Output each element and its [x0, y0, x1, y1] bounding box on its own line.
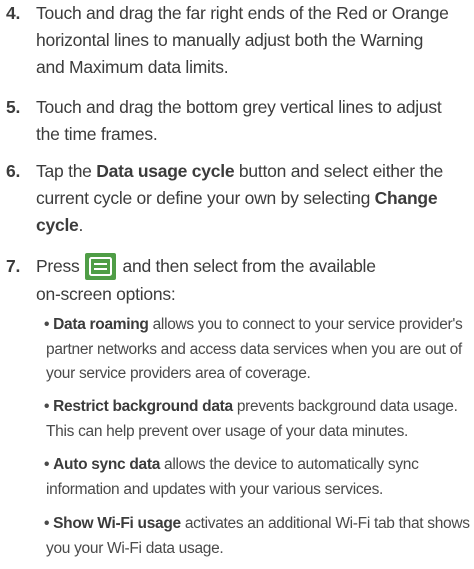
step-number: 6. — [6, 161, 21, 181]
bullet-line: you your Wi-Fi data usage. — [46, 539, 224, 557]
text: button and select either the — [234, 161, 444, 181]
option-desc: allows you to connect to your service pr… — [148, 316, 463, 333]
text: current cycle or define your own by sele… — [36, 188, 375, 208]
bullet-line: • Restrict background data prevents backg… — [44, 395, 470, 420]
bullet-dot-icon: • — [44, 515, 50, 532]
option-show-wifi-usage: • Show Wi-Fi usage activates an additiona… — [44, 512, 470, 561]
step-line: the time frames. — [36, 124, 158, 144]
bullet-line: • Show Wi-Fi usage activates an additiona… — [44, 512, 470, 537]
option-data-roaming: • Data roaming allows you to connect to y… — [44, 313, 470, 387]
step-line: on-screen options: — [36, 283, 176, 304]
bullet-line: • Data roaming allows you to connect to y… — [44, 313, 470, 338]
step-text: Press and then select from the available … — [36, 252, 474, 308]
step-line: current cycle or define your own by sele… — [36, 185, 474, 212]
option-desc: activates an additional Wi-Fi tab that s… — [180, 515, 470, 532]
bullet-dot-icon: • — [44, 316, 50, 333]
bullet-dot-icon: • — [44, 456, 50, 473]
step-line: Touch and drag the bottom grey vertical … — [36, 97, 442, 117]
option-desc: allows the device to automatically sync — [160, 456, 419, 473]
change-cycle-term: cycle — [36, 215, 79, 235]
option-desc: prevents background data usage. — [232, 398, 458, 415]
step-line: and Maximum data limits. — [36, 57, 229, 77]
option-term: Auto sync data — [53, 456, 161, 473]
change-cycle-term: Change — [374, 188, 438, 208]
bullet-line: information and updates with your variou… — [46, 480, 384, 498]
bullet-line: your service providers area of coverage. — [46, 365, 311, 382]
text: . — [78, 215, 84, 235]
step-line: Touch and drag the far right ends of the… — [36, 3, 449, 23]
step-number: 7. — [6, 256, 21, 276]
step-number: 4. — [6, 3, 21, 23]
option-term: Restrict background data — [53, 398, 233, 415]
step-line: Press and then select from the available — [36, 252, 474, 281]
step-line: horizontal lines to manually adjust both… — [36, 30, 424, 50]
option-term: Show Wi-Fi usage — [53, 515, 181, 532]
option-term: Data roaming — [53, 316, 149, 333]
bullet-line: This can help prevent over usage of your… — [46, 422, 409, 440]
step-line: Tap the Data usage cycle button and sele… — [36, 158, 474, 185]
option-restrict-background-data: • Restrict background data prevents backg… — [44, 395, 470, 444]
bullet-line: • Auto sync data allows the device to aut… — [44, 453, 470, 478]
text: Tap the — [36, 161, 97, 181]
menu-icon — [85, 252, 117, 280]
text: Press — [36, 256, 80, 276]
option-auto-sync-data: • Auto sync data allows the device to aut… — [44, 453, 470, 502]
step-text: Tap the Data usage cycle button and sele… — [36, 158, 474, 239]
bullet-dot-icon: • — [44, 398, 50, 415]
step-line: cycle. — [36, 212, 474, 239]
bullet-line: partner networks and access data service… — [46, 340, 462, 358]
step-number: 5. — [6, 97, 21, 117]
data-usage-cycle-term: Data usage cycle — [96, 161, 235, 181]
step-text: Touch and drag the far right ends of the… — [36, 0, 474, 81]
step-text: Touch and drag the bottom grey vertical … — [36, 94, 474, 148]
text: and then select from the available — [122, 256, 376, 276]
